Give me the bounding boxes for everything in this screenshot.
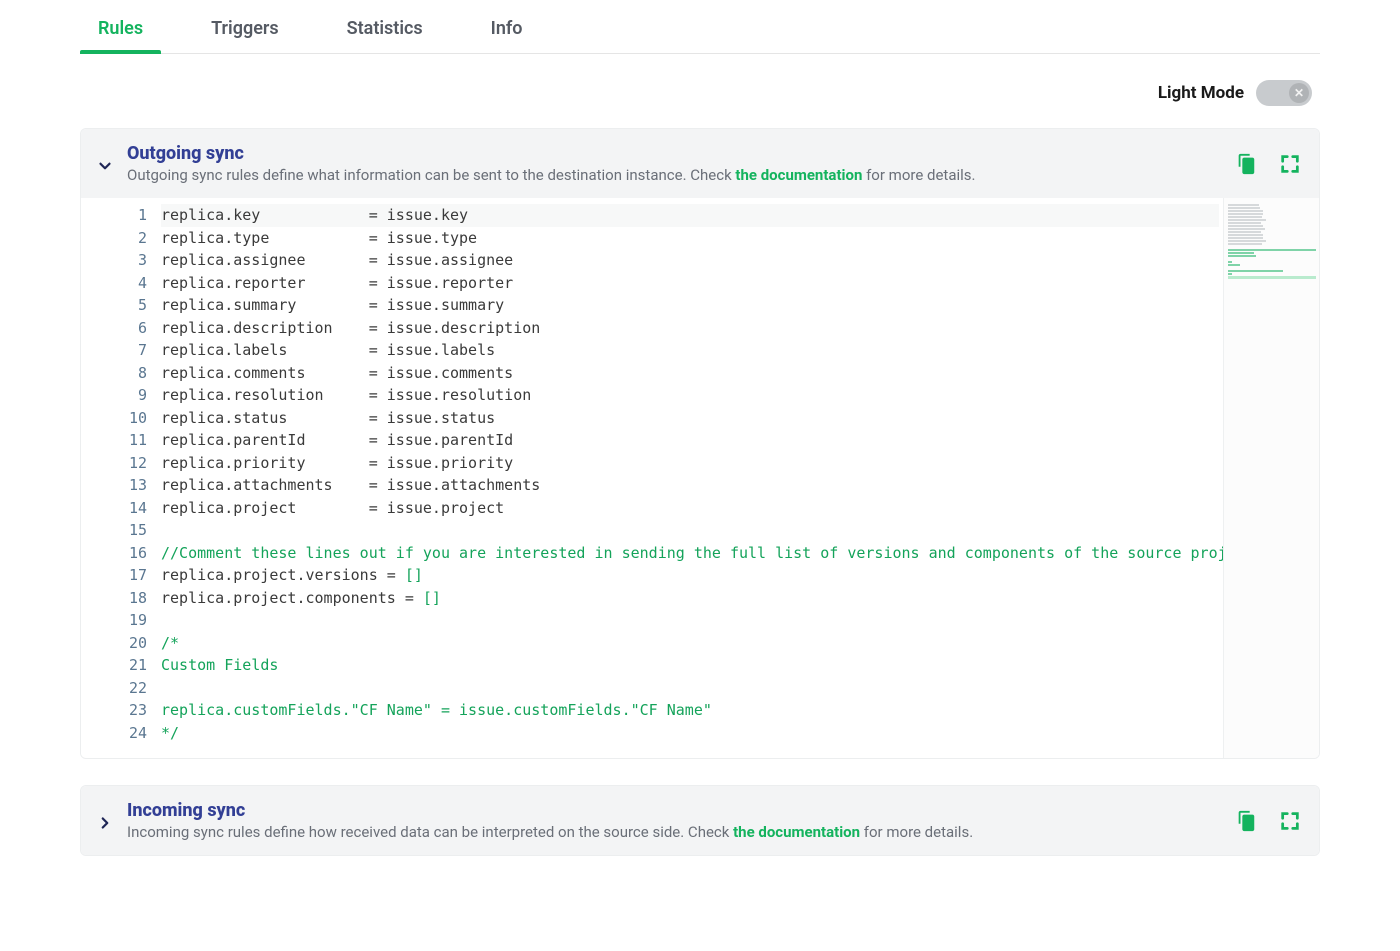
close-icon: ✕: [1289, 83, 1309, 103]
tab-statistics[interactable]: Statistics: [335, 0, 435, 53]
light-mode-toggle[interactable]: ✕: [1256, 80, 1312, 106]
outgoing-sync-description: Outgoing sync rules define what informat…: [127, 166, 1223, 184]
outgoing-doc-link[interactable]: the documentation: [735, 166, 862, 184]
minimap[interactable]: [1223, 198, 1319, 758]
copy-icon[interactable]: [1235, 810, 1257, 832]
light-mode-label: Light Mode: [1158, 83, 1244, 103]
outgoing-sync-panel: Outgoing sync Outgoing sync rules define…: [80, 128, 1320, 759]
tab-triggers[interactable]: Triggers: [199, 0, 291, 53]
incoming-sync-panel: Incoming sync Incoming sync rules define…: [80, 785, 1320, 856]
chevron-down-icon[interactable]: [95, 156, 115, 176]
incoming-doc-link[interactable]: the documentation: [733, 823, 860, 841]
tab-rules[interactable]: Rules: [86, 0, 155, 53]
chevron-right-icon[interactable]: [95, 813, 115, 833]
incoming-sync-title: Incoming sync: [127, 800, 1223, 821]
outgoing-code-editor[interactable]: 123456789101112131415161718192021222324 …: [81, 198, 1319, 758]
tab-info[interactable]: Info: [479, 0, 535, 53]
fullscreen-icon[interactable]: [1279, 153, 1301, 175]
copy-icon[interactable]: [1235, 153, 1257, 175]
incoming-sync-description: Incoming sync rules define how received …: [127, 823, 1223, 841]
fullscreen-icon[interactable]: [1279, 810, 1301, 832]
tab-bar: Rules Triggers Statistics Info: [80, 0, 1320, 54]
outgoing-sync-title: Outgoing sync: [127, 143, 1223, 164]
